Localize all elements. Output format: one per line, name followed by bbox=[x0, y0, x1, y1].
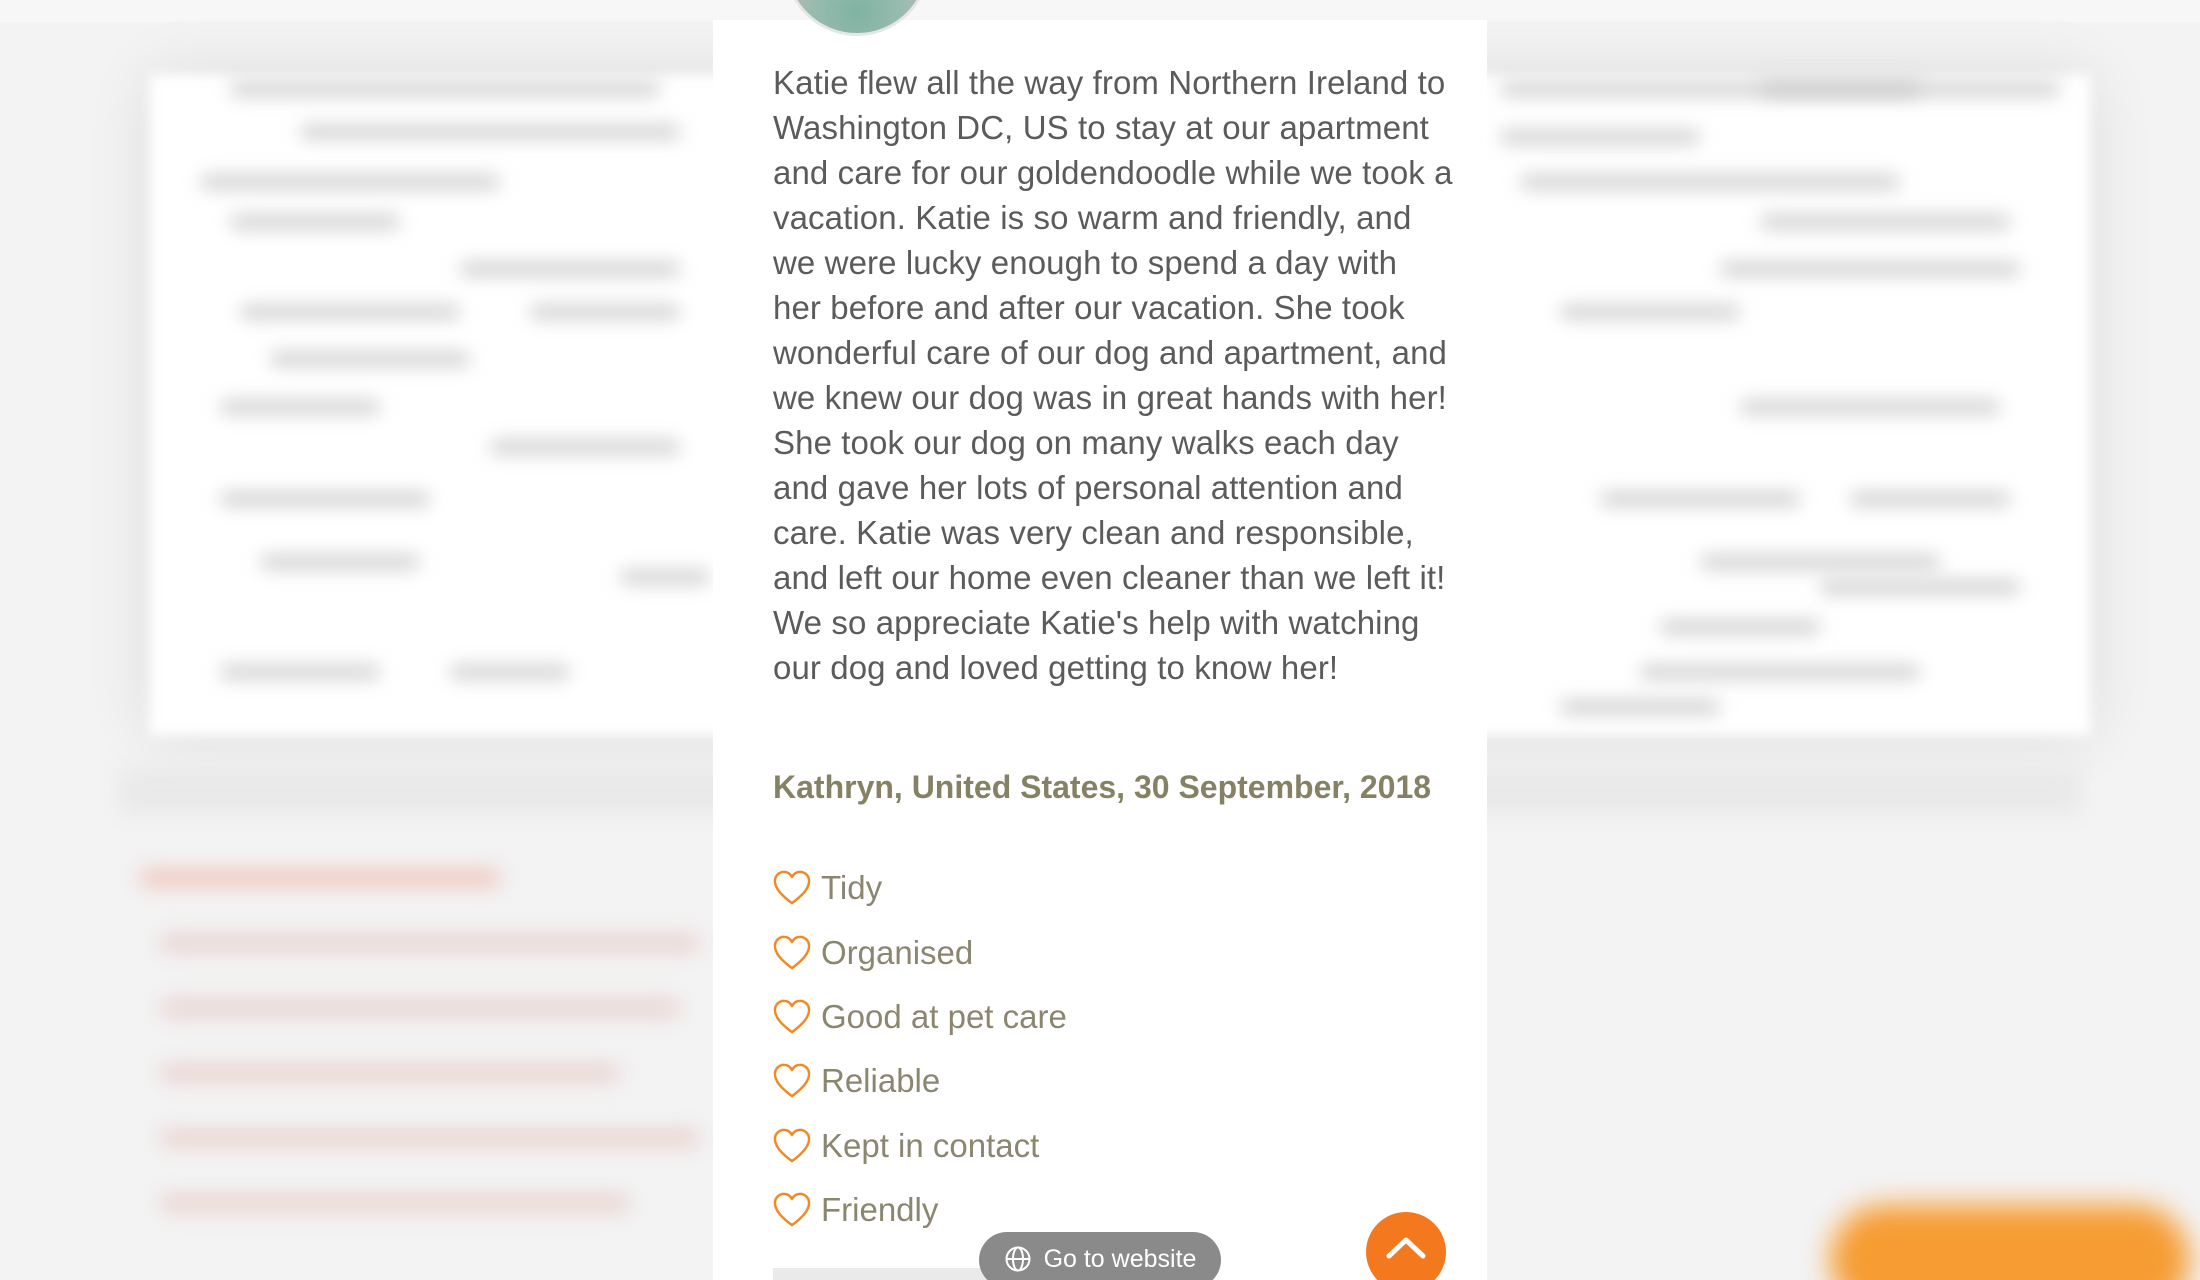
go-to-website-button[interactable]: Go to website bbox=[979, 1232, 1221, 1280]
trait-item: Good at pet care bbox=[773, 985, 1373, 1049]
trait-label: Organised bbox=[821, 933, 974, 971]
heart-outline-icon bbox=[773, 1192, 811, 1227]
trait-item: Kept in contact bbox=[773, 1114, 1373, 1178]
trait-label: Kept in contact bbox=[821, 1126, 1040, 1164]
trait-label: Tidy bbox=[821, 869, 883, 907]
trait-item: Organised bbox=[773, 920, 1373, 984]
trait-label: Reliable bbox=[821, 1062, 941, 1100]
screen: Katie flew all the way from Northern Ire… bbox=[0, 0, 2200, 1280]
background-top-bar bbox=[0, 0, 2200, 22]
globe-icon bbox=[1005, 1246, 1031, 1272]
trait-label: Good at pet care bbox=[821, 997, 1067, 1035]
trait-list: Tidy Organised Good at pet care Reliable… bbox=[773, 856, 1373, 1242]
heart-outline-icon bbox=[773, 1064, 811, 1098]
heart-outline-icon bbox=[773, 999, 811, 1034]
trait-label: Friendly bbox=[821, 1191, 939, 1229]
review-text: Katie flew all the way from Northern Ire… bbox=[773, 64, 1453, 686]
chevron-up-icon bbox=[1386, 1237, 1426, 1259]
go-to-website-label: Go to website bbox=[1043, 1245, 1197, 1273]
background-orange-button bbox=[1830, 1205, 2190, 1280]
heart-outline-icon bbox=[773, 870, 811, 905]
review-author-line: Kathryn, United States, 30 September, 20… bbox=[773, 769, 1432, 805]
trait-item: Tidy bbox=[773, 856, 1373, 920]
bottom-strip bbox=[773, 1268, 993, 1280]
heart-outline-icon bbox=[773, 935, 811, 969]
trait-item: Reliable bbox=[773, 1049, 1373, 1113]
heart-outline-icon bbox=[773, 1128, 811, 1163]
